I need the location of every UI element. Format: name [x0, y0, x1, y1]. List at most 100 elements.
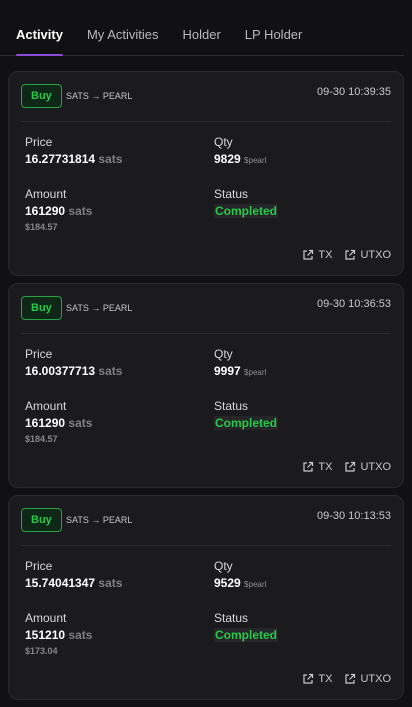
qty-value: 9829 $pearl [214, 152, 266, 168]
qty-number: 9529 [214, 576, 241, 590]
price-field: Price 16.27731814 sats [25, 135, 122, 166]
price-number: 16.27731814 [25, 152, 96, 166]
amount-number: 151210 [25, 628, 66, 642]
tx-link-label: TX [318, 461, 333, 473]
amount-number: 161290 [25, 416, 66, 430]
price-unit: sats [98, 152, 123, 166]
external-link-icon [345, 461, 356, 472]
status-field: Status Completed [214, 187, 279, 218]
status-field: Status Completed [214, 611, 279, 642]
trade-time: 09-30 10:13:53 [316, 510, 391, 522]
qty-unit: $pearl [244, 580, 267, 589]
card-divider [21, 545, 391, 546]
amount-value: 161290 sats [25, 204, 92, 218]
qty-label: Qty [214, 347, 233, 361]
status-value: Completed [214, 204, 279, 218]
activity-list: Buy SATS → PEARL 09-30 10:39:35 Price 16… [8, 71, 404, 707]
qty-unit: $pearl [244, 156, 267, 165]
utxo-link-label: UTXO [360, 461, 391, 473]
qty-value: 9529 $pearl [214, 576, 266, 592]
price-unit: sats [98, 364, 123, 378]
qty-label: Qty [214, 559, 233, 573]
price-label: Price [25, 135, 53, 149]
price-field: Price 16.00377713 sats [25, 347, 122, 378]
qty-number: 9829 [214, 152, 241, 166]
amount-unit: sats [68, 416, 93, 430]
activity-card: Buy SATS → PEARL 09-30 10:13:53 Price 15… [8, 495, 404, 700]
qty-field: Qty 9829 $pearl [214, 135, 266, 168]
card-header: Buy SATS → PEARL 09-30 10:39:35 [21, 84, 391, 110]
status-badge: Completed [214, 204, 279, 218]
card-header: Buy SATS → PEARL 09-30 10:36:53 [21, 296, 391, 322]
external-link-icon [303, 673, 314, 684]
card-divider [21, 121, 391, 122]
external-link-icon [345, 249, 356, 260]
amount-field: Amount 161290 sats $184.57 [25, 399, 92, 444]
status-label: Status [214, 187, 249, 201]
trade-time: 09-30 10:39:35 [316, 86, 391, 98]
price-number: 16.00377713 [25, 364, 96, 378]
qty-number: 9997 [214, 364, 241, 378]
buy-badge: Buy [21, 84, 62, 108]
price-field: Price 15.74041347 sats [25, 559, 122, 590]
external-link-icon [345, 673, 356, 684]
amount-usd: $184.57 [25, 434, 58, 444]
card-links: TX UTXO [302, 461, 391, 473]
tx-link-label: TX [318, 673, 333, 685]
price-unit: sats [98, 576, 123, 590]
tx-link-label: TX [318, 249, 333, 261]
card-links: TX UTXO [302, 249, 391, 261]
amount-usd: $173.04 [25, 646, 58, 656]
amount-usd: $184.57 [25, 222, 58, 232]
tab-my-activities[interactable]: My Activities [87, 27, 159, 55]
amount-number: 161290 [25, 204, 66, 218]
card-header: Buy SATS → PEARL 09-30 10:13:53 [21, 508, 391, 534]
tab-holder[interactable]: Holder [182, 27, 220, 55]
qty-label: Qty [214, 135, 233, 149]
status-value: Completed [214, 628, 279, 642]
qty-value: 9997 $pearl [214, 364, 266, 380]
tab-lp-holder[interactable]: LP Holder [245, 27, 303, 55]
utxo-link-label: UTXO [360, 673, 391, 685]
buy-badge: Buy [21, 296, 62, 320]
amount-field: Amount 161290 sats $184.57 [25, 187, 92, 232]
utxo-link-label: UTXO [360, 249, 391, 261]
activity-tabs: Activity My Activities Holder LP Holder [0, 0, 404, 56]
price-number: 15.74041347 [25, 576, 96, 590]
amount-label: Amount [25, 187, 67, 201]
amount-unit: sats [68, 204, 93, 218]
activity-card: Buy SATS → PEARL 09-30 10:39:35 Price 16… [8, 71, 404, 276]
status-label: Status [214, 611, 249, 625]
status-badge: Completed [214, 416, 279, 430]
price-label: Price [25, 347, 53, 361]
amount-label: Amount [25, 399, 67, 413]
qty-unit: $pearl [244, 368, 267, 377]
card-divider [21, 333, 391, 334]
price-value: 16.00377713 sats [25, 364, 122, 378]
tx-link[interactable]: TX [302, 673, 332, 685]
status-value: Completed [214, 416, 279, 430]
utxo-link[interactable]: UTXO [344, 461, 391, 473]
buy-badge: Buy [21, 508, 62, 532]
tx-link[interactable]: TX [302, 249, 332, 261]
tx-link[interactable]: TX [302, 461, 332, 473]
trade-time: 09-30 10:36:53 [316, 298, 391, 310]
price-label: Price [25, 559, 53, 573]
utxo-link[interactable]: UTXO [344, 673, 391, 685]
qty-field: Qty 9997 $pearl [214, 347, 266, 380]
price-value: 15.74041347 sats [25, 576, 122, 590]
status-badge: Completed [214, 628, 279, 642]
status-label: Status [214, 399, 249, 413]
amount-unit: sats [68, 628, 93, 642]
card-links: TX UTXO [302, 673, 391, 685]
utxo-link[interactable]: UTXO [344, 249, 391, 261]
price-value: 16.27731814 sats [25, 152, 122, 166]
tab-activity[interactable]: Activity [16, 27, 63, 56]
trade-pair: SATS → PEARL [66, 303, 133, 313]
trade-pair: SATS → PEARL [66, 91, 133, 101]
amount-value: 161290 sats [25, 416, 92, 430]
status-field: Status Completed [214, 399, 279, 430]
trade-pair: SATS → PEARL [66, 515, 133, 525]
external-link-icon [303, 249, 314, 260]
amount-label: Amount [25, 611, 67, 625]
